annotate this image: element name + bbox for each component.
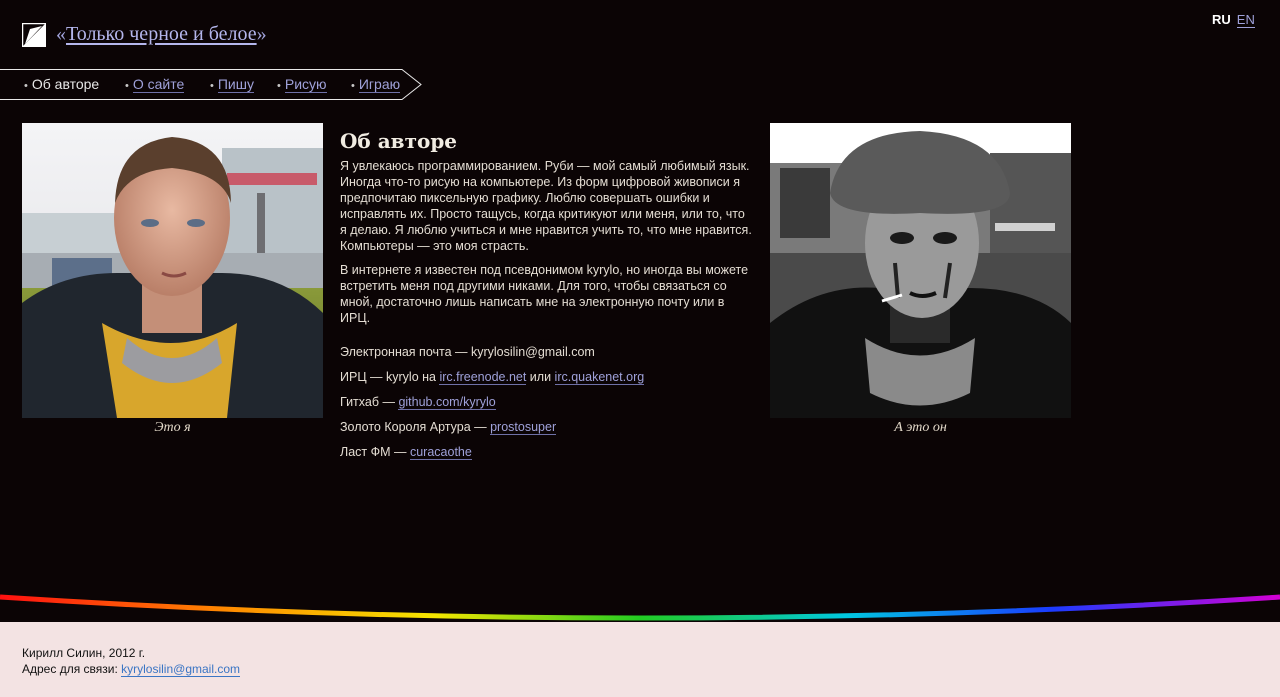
nav-item-writing[interactable]: • Пишу <box>210 76 254 94</box>
main-nav: • Об авторе • О сайте • Пишу • Рисую • Играю <box>0 69 424 100</box>
lang-link-en[interactable]: EN <box>1236 12 1255 28</box>
about-paragraph-2: В интернете я известен под псевдонимом k… <box>340 263 749 325</box>
irc-quakenet-link[interactable]: irc.quakenet.org <box>554 370 645 385</box>
author-photo <box>22 123 323 418</box>
lang-current: RU <box>1212 12 1231 27</box>
footer-copyright: Кирилл Силин, 2012 г. <box>22 646 146 660</box>
about-paragraph-1: Я увлекаюсь программированием. Руби — мо… <box>340 159 752 253</box>
nav-item-about-site[interactable]: • О сайте <box>125 76 185 94</box>
contact-list: Электронная почта — kyrylosilin@gmail.co… <box>340 344 754 460</box>
lastfm-link[interactable]: curacaothe <box>409 445 472 460</box>
contact-gold: Золото Короля Артура — prostosuper <box>340 420 557 435</box>
contact-github: Гитхаб — github.com/kyrylo <box>340 395 496 410</box>
page-heading: Об авторе <box>340 129 458 153</box>
posterized-photo <box>770 123 1071 418</box>
contact-irc: ИРЦ — kyrylo на irc.freenode.net или irc… <box>340 370 645 385</box>
main-content: Об авторе Я увлекаюсь программированием.… <box>340 128 754 469</box>
footer-contact: Адрес для связи: kyrylosilin@gmail.com <box>22 662 241 677</box>
contact-lastfm: Ласт ФМ — curacaothe <box>340 445 472 460</box>
site-title: «Только черное и белое» <box>56 22 267 46</box>
irc-freenode-link[interactable]: irc.freenode.net <box>439 370 527 385</box>
site-logo-icon[interactable] <box>21 22 47 48</box>
nav-item-about-author: • Об авторе <box>24 76 100 92</box>
github-link[interactable]: github.com/kyrylo <box>398 395 496 410</box>
rainbow-wave <box>0 585 1280 621</box>
footer-email-link[interactable]: kyrylosilin@gmail.com <box>121 662 241 677</box>
contact-email: Электронная почта — kyrylosilin@gmail.co… <box>340 345 595 359</box>
gold-link[interactable]: prostosuper <box>490 420 557 435</box>
title-quote-open: « <box>56 23 66 45</box>
nav-item-drawing[interactable]: • Рисую <box>277 76 327 94</box>
site-title-link[interactable]: Только черное и белое <box>66 23 257 45</box>
title-quote-close: » <box>256 23 267 45</box>
nav-item-playing[interactable]: • Играю <box>351 76 401 94</box>
language-switcher: RU EN <box>1212 12 1255 28</box>
footer: Кирилл Силин, 2012 г. Адрес для связи: k… <box>22 645 241 677</box>
author-photo-caption: Это я <box>154 420 191 435</box>
posterized-photo-caption: А это он <box>894 420 947 435</box>
